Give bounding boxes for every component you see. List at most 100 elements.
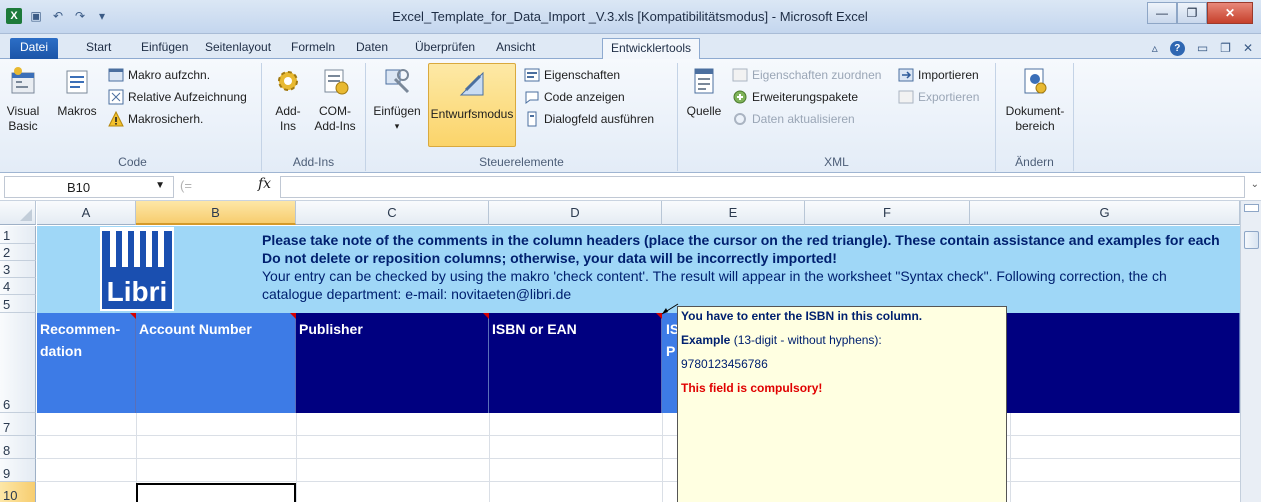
save-icon[interactable]: ▣	[28, 8, 44, 24]
makros-button[interactable]: Makros	[54, 65, 100, 119]
help-icon[interactable]: ?	[1169, 41, 1185, 56]
comment-popup: You have to enter the ISBN in this colum…	[677, 306, 1007, 502]
column-header-e[interactable]: E	[662, 201, 805, 225]
importieren-button[interactable]: Importieren	[898, 65, 979, 85]
column-header-g[interactable]: G	[970, 201, 1240, 225]
column-header-b[interactable]: B	[136, 201, 296, 225]
tab-einfuegen[interactable]: Einfügen	[133, 38, 196, 59]
header-cell-isbn[interactable]: ISBN or EAN	[489, 313, 662, 413]
minimize-button[interactable]: —	[1147, 2, 1177, 24]
comment-indicator-icon[interactable]	[290, 313, 296, 319]
makrosicherheit-button[interactable]: Makrosicherh.	[108, 109, 203, 129]
tab-seitenlayout[interactable]: Seitenlayout	[197, 38, 279, 59]
doc-close-icon[interactable]: ✕	[1243, 41, 1253, 56]
name-box[interactable]: B10 ▼	[4, 176, 174, 198]
column-header-f[interactable]: F	[805, 201, 970, 225]
row-header-7[interactable]: 7	[0, 413, 36, 436]
relative-aufzeichnung-button[interactable]: Relative Aufzeichnung	[108, 87, 247, 107]
record-macro-icon	[108, 68, 124, 82]
exportieren-button[interactable]: Exportieren	[898, 87, 979, 107]
header-cell-publisher[interactable]: Publisher	[296, 313, 489, 413]
einfuegen-controls-button[interactable]: Einfügen ▾	[368, 65, 426, 134]
notice-text: Please take note of the comments in the …	[262, 231, 1240, 303]
entwurfsmodus-button[interactable]: Entwurfsmodus	[428, 63, 516, 147]
tab-start[interactable]: Start	[78, 38, 119, 59]
row-header-4[interactable]: 4	[0, 278, 36, 295]
tab-entwicklertools[interactable]: Entwicklertools	[602, 38, 701, 59]
doc-restore-icon[interactable]: ❐	[1220, 41, 1231, 56]
close-button[interactable]: ✕	[1207, 2, 1253, 24]
comment-indicator-icon[interactable]	[483, 313, 489, 319]
split-handle[interactable]	[1244, 204, 1259, 212]
excel-logo-icon[interactable]: X	[6, 8, 22, 24]
formula-input[interactable]	[280, 176, 1245, 198]
xml-source-icon	[694, 68, 714, 94]
addins-button[interactable]: Add-Ins	[268, 65, 308, 134]
row-header-8[interactable]: 8	[0, 436, 36, 459]
design-mode-icon	[459, 71, 484, 96]
maximize-button[interactable]: ❐	[1177, 2, 1207, 24]
tab-datei[interactable]: Datei	[10, 38, 59, 59]
header-cell-e[interactable]: IS P	[662, 313, 678, 413]
expand-formula-icon[interactable]: ⌄	[1251, 179, 1259, 190]
daten-aktualisieren-button[interactable]: Daten aktualisieren	[732, 109, 855, 129]
view-code-icon	[525, 91, 539, 104]
libri-logo: Libri	[100, 227, 174, 311]
properties-icon	[524, 68, 540, 82]
row-header-6[interactable]: 6	[0, 313, 36, 413]
dialogfeld-ausfuehren-button[interactable]: Dialogfeld ausführen	[524, 109, 654, 129]
tab-ansicht[interactable]: Ansicht	[488, 38, 543, 59]
formula-cancel-icon[interactable]: (=	[180, 178, 192, 193]
name-box-dropdown-icon[interactable]: ▼	[155, 180, 165, 191]
scroll-thumb[interactable]	[1244, 231, 1259, 249]
vertical-scrollbar[interactable]	[1240, 201, 1261, 502]
com-addins-button[interactable]: COM-Add-Ins	[312, 65, 358, 134]
row-header-2[interactable]: 2	[0, 244, 36, 261]
redo-icon[interactable]: ↷	[72, 8, 88, 24]
doc-minimize-icon[interactable]: ▭	[1197, 41, 1208, 56]
row-header-9[interactable]: 9	[0, 459, 36, 482]
table-row	[37, 459, 1240, 482]
libri-logo-graphic: Libri	[102, 231, 172, 309]
grid-line	[1010, 413, 1011, 502]
group-steuerelemente: Einfügen ▾ Entwurfsmodus Eigenschaften C…	[366, 63, 678, 171]
code-anzeigen-button[interactable]: Code anzeigen	[524, 87, 625, 107]
row-header-1[interactable]: 1	[0, 226, 36, 244]
header-cell-account-number[interactable]: Account Number	[136, 313, 296, 413]
notice-line-3: Your entry can be checked by using the m…	[262, 268, 1167, 284]
tab-daten[interactable]: Daten	[348, 38, 396, 59]
column-header-d[interactable]: D	[489, 201, 662, 225]
group-xml: Quelle Eigenschaften zuordnen Erweiterun…	[678, 63, 996, 171]
tab-ueberpruefen[interactable]: Überprüfen	[407, 38, 483, 59]
quelle-button[interactable]: Quelle	[682, 65, 726, 119]
makro-aufzeichnen-button[interactable]: Makro aufzchn.	[108, 65, 210, 85]
window-controls: — ❐ ✕	[1147, 2, 1253, 24]
eigenschaften-button[interactable]: Eigenschaften	[524, 65, 620, 85]
select-all-corner[interactable]	[0, 201, 36, 225]
row-header-5[interactable]: 5	[0, 295, 36, 313]
tab-formeln[interactable]: Formeln	[283, 38, 343, 59]
column-header-a[interactable]: A	[37, 201, 136, 225]
ribbon-right-controls: ▵ ? ▭ ❐ ✕	[1152, 41, 1253, 56]
comment-indicator-icon[interactable]	[130, 313, 136, 319]
logo-text: Libri	[107, 276, 168, 307]
table-row	[37, 436, 1240, 459]
dokumentbereich-button[interactable]: Dokument-bereich	[1004, 65, 1066, 134]
erweiterungspakete-button[interactable]: Erweiterungspakete	[732, 87, 858, 107]
refresh-data-icon	[734, 113, 746, 125]
column-header-c[interactable]: C	[296, 201, 489, 225]
comment-isbn: 9780123456786	[681, 357, 768, 371]
collapse-ribbon-icon[interactable]: ▵	[1152, 41, 1158, 56]
undo-icon[interactable]: ↶	[50, 8, 66, 24]
header-cell-recommendation[interactable]: Recommen-dation	[37, 313, 136, 413]
comment-compulsory: This field is compulsory!	[681, 381, 823, 395]
eigenschaften-zuordnen-button[interactable]: Eigenschaften zuordnen	[732, 65, 881, 85]
row-header-10[interactable]: 10	[0, 482, 36, 502]
insert-function-icon[interactable]: fx	[258, 176, 271, 192]
selected-cell-b10[interactable]	[136, 483, 296, 502]
export-icon	[898, 90, 914, 104]
notice-line-1: Please take note of the comments in the …	[262, 232, 1220, 248]
visual-basic-button[interactable]: Visual Basic	[4, 65, 42, 134]
row-header-3[interactable]: 3	[0, 261, 36, 278]
customize-qat-icon[interactable]: ▾	[94, 8, 110, 24]
